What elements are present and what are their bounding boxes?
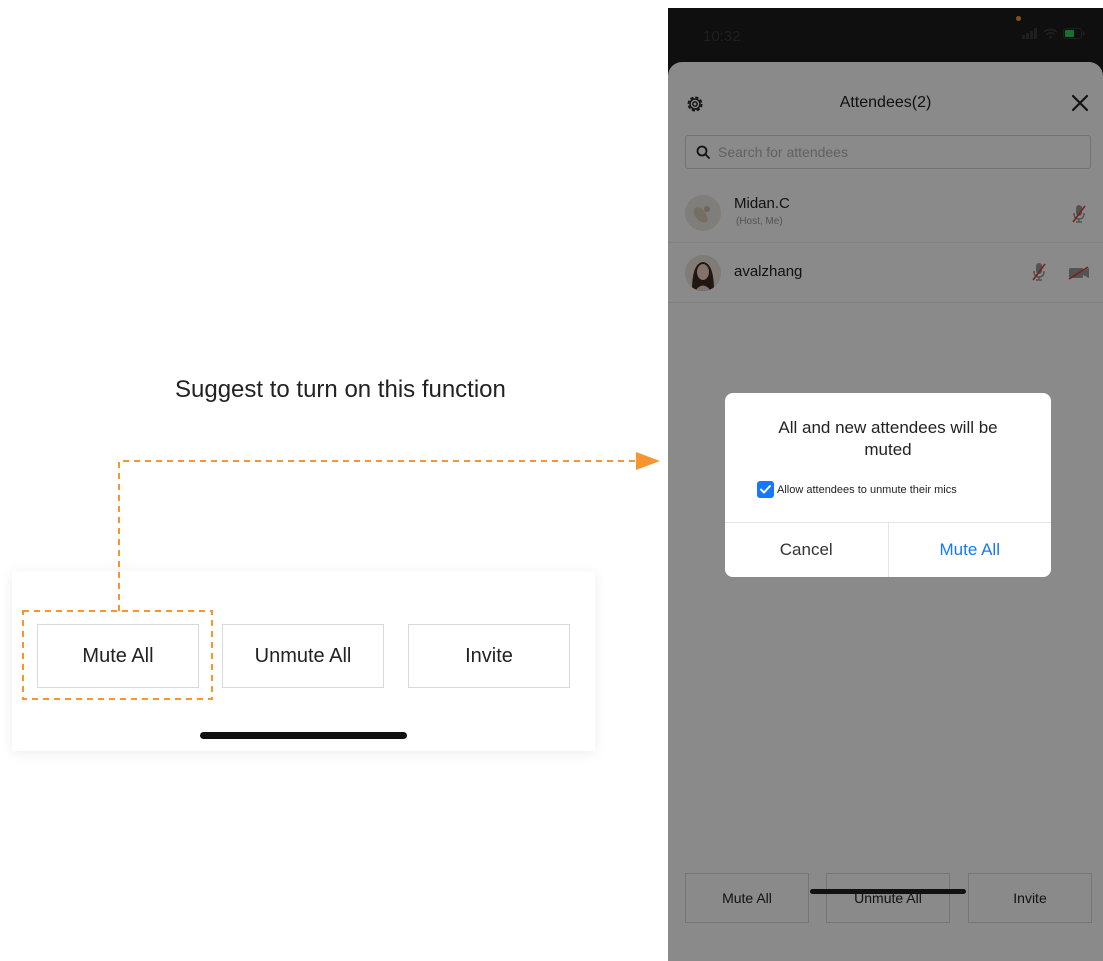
dialog-message: All and new attendees will be muted (778, 418, 998, 459)
arrow-head-icon (636, 452, 660, 470)
checkbox-label: Allow attendees to unmute their mics (777, 483, 957, 496)
unmute-permission-checkbox-row[interactable]: Allow attendees to unmute their mics (757, 481, 957, 498)
phone-screen: 10:32 Attendees(2) Search for attendees … (668, 8, 1103, 961)
mute-all-dialog: All and new attendees will be muted Allo… (725, 393, 1051, 577)
zoomed-mute-all-button[interactable]: Mute All (37, 624, 199, 688)
cancel-button[interactable]: Cancel (725, 523, 889, 577)
phone-home-indicator (810, 889, 966, 894)
dialog-actions: Cancel Mute All (725, 522, 1051, 577)
confirm-mute-all-button[interactable]: Mute All (888, 523, 1051, 577)
zoomed-unmute-all-button[interactable]: Unmute All (222, 624, 384, 688)
checkbox-checked-icon[interactable] (757, 481, 774, 498)
zoomed-invite-button[interactable]: Invite (408, 624, 570, 688)
annotation-text: Suggest to turn on this function (175, 376, 506, 403)
zoomed-home-indicator (200, 732, 407, 739)
